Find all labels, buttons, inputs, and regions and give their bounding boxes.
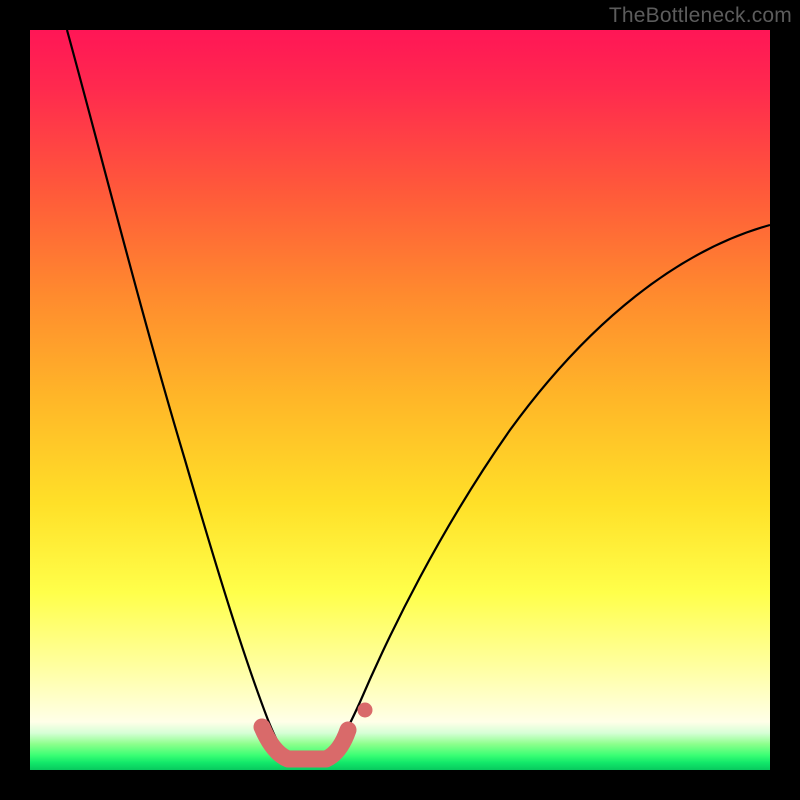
trough-marker: [262, 727, 348, 759]
watermark-text: TheBottleneck.com: [609, 4, 792, 28]
plot-area: [30, 30, 770, 770]
trough-dot-icon: [358, 703, 373, 718]
curve-layer: [30, 30, 770, 770]
bottleneck-curve: [67, 30, 770, 760]
chart-frame: TheBottleneck.com: [0, 0, 800, 800]
